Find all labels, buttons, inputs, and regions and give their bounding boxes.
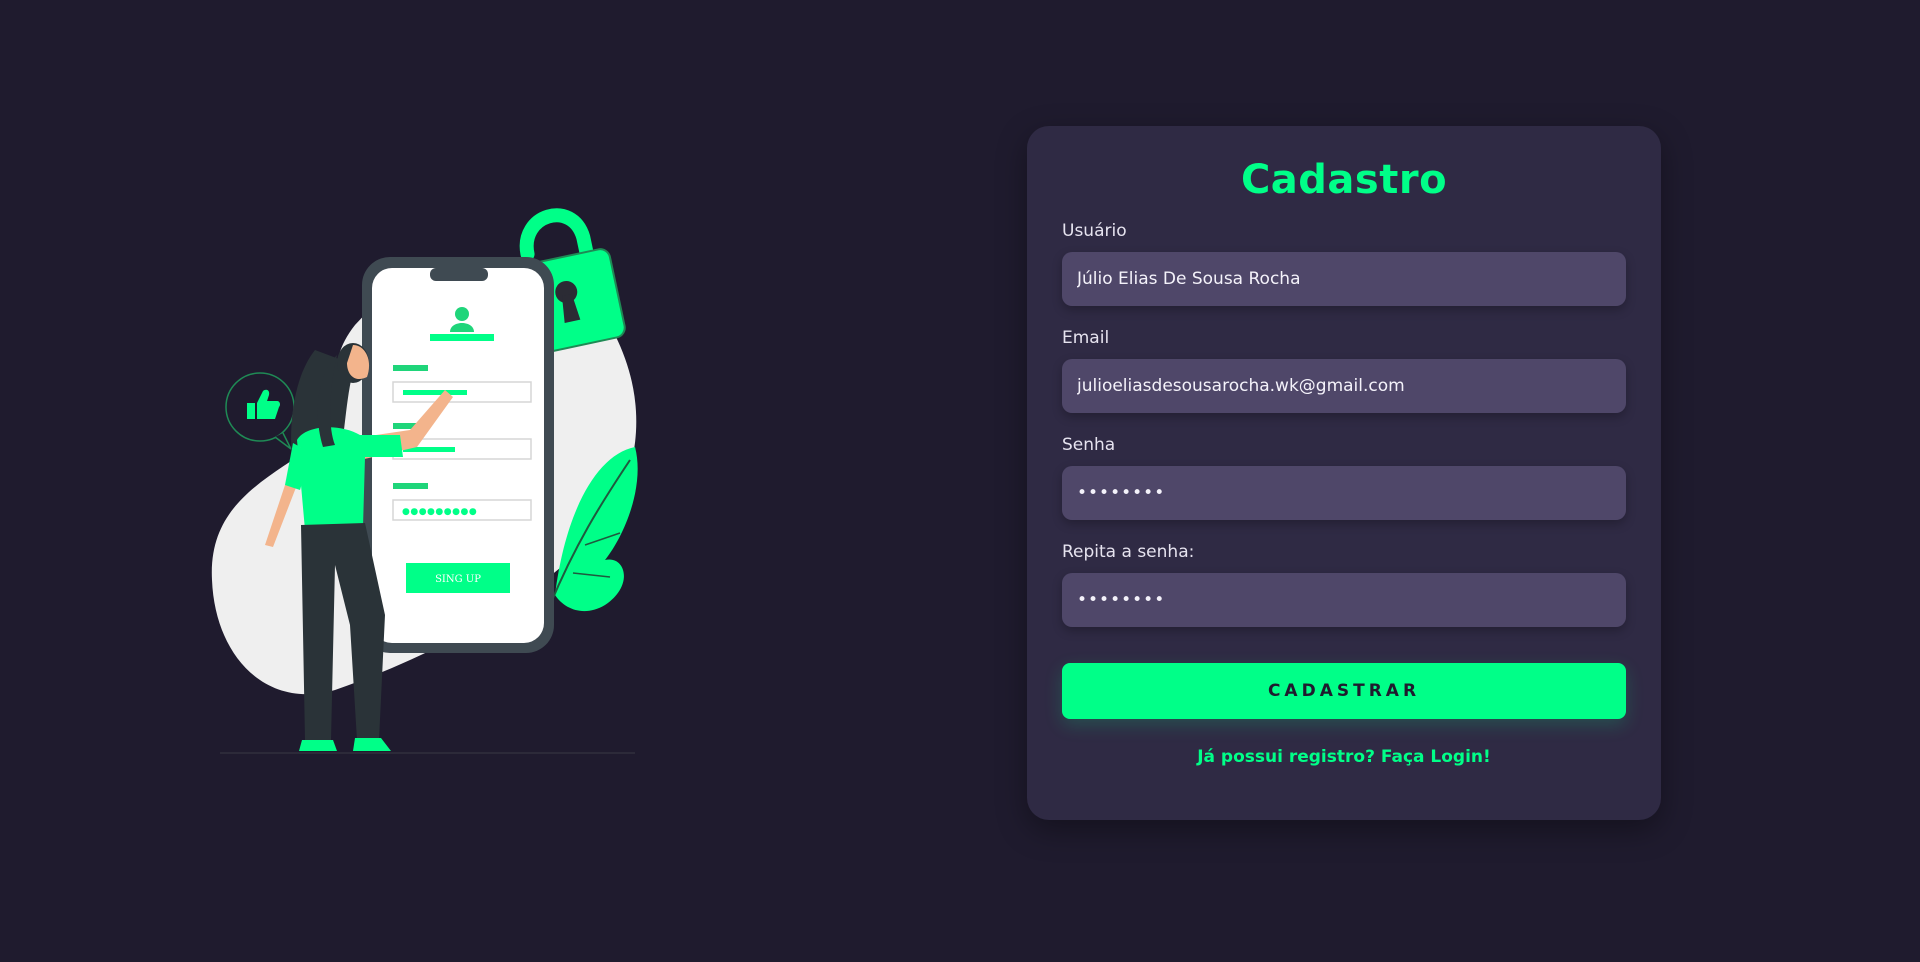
username-field-group: Usuário (1062, 219, 1626, 306)
confirm-password-field-group: Repita a senha: (1062, 540, 1626, 627)
email-input[interactable] (1062, 359, 1626, 413)
password-field-group: Senha (1062, 433, 1626, 520)
submit-button[interactable]: CADASTRAR (1062, 663, 1626, 719)
user-icon (455, 307, 469, 321)
signup-illustration: ●●●●●●●●● SING UP (211, 208, 638, 754)
username-label: Usuário (1062, 221, 1127, 241)
confirm-password-input[interactable] (1062, 573, 1626, 627)
signup-card: Cadastro Usuário Email Senha Repita a se… (1027, 126, 1661, 820)
username-input[interactable] (1062, 252, 1626, 306)
email-field-group: Email (1062, 326, 1626, 413)
password-label: Senha (1062, 435, 1116, 455)
thumbs-up-icon (225, 372, 295, 450)
password-input[interactable] (1062, 466, 1626, 520)
form-title: Cadastro (1240, 157, 1448, 203)
illustration-password-dots: ●●●●●●●●● (402, 507, 477, 517)
page: ●●●●●●●●● SING UP Cadastro Usuário Júlio… (0, 0, 1920, 962)
illustration-signup-label: SING UP (435, 574, 481, 585)
email-label: Email (1062, 328, 1110, 348)
login-link[interactable]: Já possui registro? Faça Login! (1062, 745, 1626, 769)
confirm-password-label: Repita a senha: (1062, 542, 1195, 562)
